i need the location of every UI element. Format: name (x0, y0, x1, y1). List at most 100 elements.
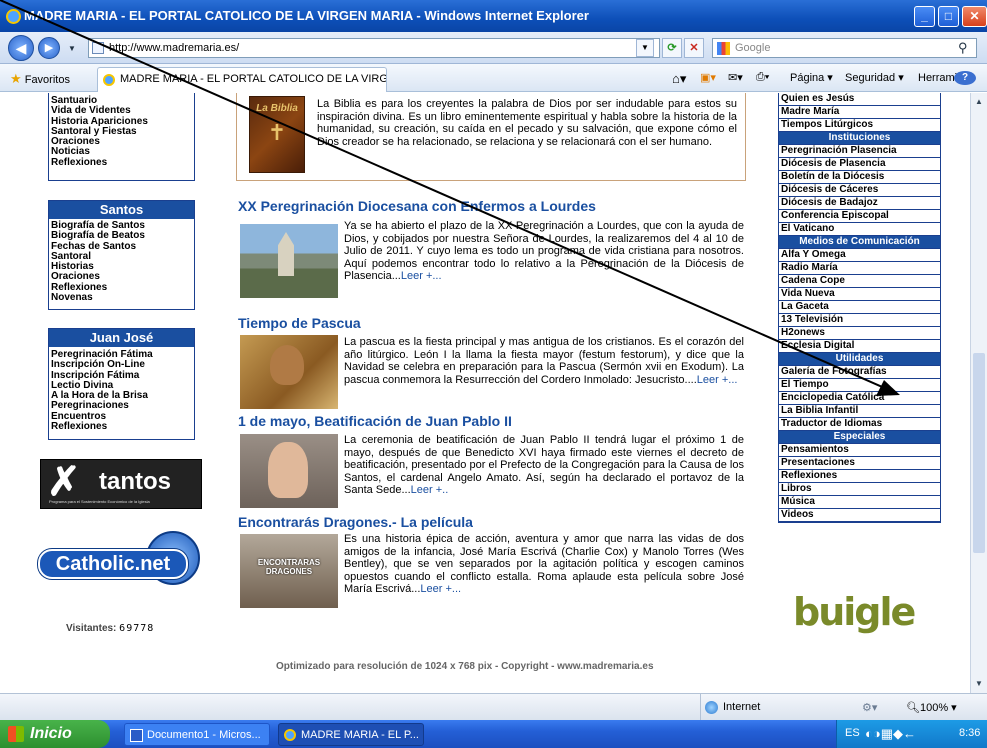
buigle-logo[interactable]: buigle (793, 588, 933, 642)
buigle-text: buigle (793, 590, 916, 634)
juan-pablo-thumbnail[interactable] (240, 434, 338, 508)
forward-button[interactable]: ▶ (38, 37, 60, 59)
right-menu-section-header: Instituciones (779, 132, 940, 145)
santos-header: Santos (49, 201, 194, 219)
right-menu-item[interactable]: El Tiempo (779, 379, 940, 392)
right-menu-item[interactable]: Reflexiones (779, 470, 940, 483)
feeds-icon[interactable]: ▣▾ (700, 71, 716, 84)
visitors-counter: Visitantes: 69778 (66, 623, 154, 634)
juanjose-menu-item[interactable]: Reflexiones (49, 421, 194, 432)
tray-icons[interactable]: ◐◑▦◆← (865, 726, 916, 742)
right-menu-section-header: Especiales (779, 431, 940, 444)
window-titlebar[interactable]: MADRE MARIA - EL PORTAL CATOLICO DE LA V… (0, 0, 987, 32)
right-menu-item[interactable]: Ecclesia Digital (779, 340, 940, 353)
windows-flag-icon (8, 726, 24, 742)
left-menu-box: Santuario Vida de Videntes Historia Aparic… (48, 93, 195, 181)
search-input[interactable]: Google (712, 38, 977, 58)
search-icon[interactable]: ⚲ (958, 40, 968, 56)
home-icon[interactable]: ⌂▾ (672, 71, 686, 87)
browser-tab[interactable]: MADRE MARIA - EL PORTAL CATOLICO DE LA V… (97, 67, 387, 92)
lourdes-thumbnail[interactable] (240, 224, 338, 298)
read-more-pascua[interactable]: Leer +... (697, 374, 738, 386)
bible-box: La Biblia ✝ La Biblia es para los creyen… (236, 93, 746, 181)
page-menu[interactable]: Página ▾ (790, 71, 833, 84)
juanjose-list: Peregrinación Fátima Inscripción On-Line I… (49, 347, 194, 432)
right-menu-item[interactable]: H2onews (779, 327, 940, 340)
right-menu-item[interactable]: Tiempos Litúrgicos (779, 119, 940, 132)
language-indicator[interactable]: ES (845, 727, 860, 739)
visitors-label: Visitantes: (66, 623, 117, 634)
right-menu: Quien es Jesús Madre María Tiempos Litúrgi… (778, 93, 941, 523)
right-menu-item[interactable]: Peregrinación Plasencia (779, 145, 940, 158)
article-title-beatificacion[interactable]: 1 de mayo, Beatificación de Juan Pablo I… (238, 413, 512, 429)
right-menu-item[interactable]: La Gaceta (779, 301, 940, 314)
right-menu-item[interactable]: Diócesis de Plasencia (779, 158, 940, 171)
print-icon[interactable]: ⎙▾ (756, 71, 769, 84)
right-menu-item[interactable]: El Vaticano (779, 223, 940, 236)
mail-icon[interactable]: ✉▾ (728, 71, 743, 84)
right-menu-item[interactable]: Boletín de la Diócesis (779, 171, 940, 184)
refresh-icon[interactable]: ⟳ (662, 38, 682, 58)
read-more-beatificacion[interactable]: Leer +.. (411, 484, 449, 496)
right-menu-item[interactable]: Traductor de Idiomas (779, 418, 940, 431)
search-placeholder: Google (735, 42, 771, 54)
right-menu-item[interactable]: Alfa Y Omega (779, 249, 940, 262)
right-menu-item[interactable]: La Biblia Infantil (779, 405, 940, 418)
zoom-control[interactable]: 🔍︎100% ▾ (906, 701, 957, 714)
right-menu-item[interactable]: Diócesis de Badajoz (779, 197, 940, 210)
maximize-button[interactable]: □ (938, 6, 959, 27)
article-text-dragones: Es una historia épica de acción, aventur… (344, 533, 744, 613)
right-menu-item[interactable]: Libros (779, 483, 940, 496)
right-menu-section-header: Utilidades (779, 353, 940, 366)
catholic-net-logo[interactable]: Catholic.net (34, 529, 202, 597)
back-button[interactable]: ◀ (8, 35, 34, 61)
right-menu-item[interactable]: Videos (779, 509, 940, 522)
bible-cover-title: La Biblia (256, 103, 298, 114)
right-menu-item[interactable]: Radio María (779, 262, 940, 275)
minimize-button[interactable]: _ (914, 6, 935, 27)
google-icon (717, 42, 730, 55)
favorites-button[interactable]: ★ Favoritos (10, 71, 70, 87)
history-dropdown-icon[interactable]: ▼ (68, 44, 76, 53)
dragones-thumbnail[interactable]: ENCONTRARAS DRAGONES (240, 534, 338, 608)
right-menu-item[interactable]: Enciclopedia Católica (779, 392, 940, 405)
read-more-lourdes[interactable]: Leer +... (401, 270, 442, 282)
address-input[interactable]: http://www.madremaria.es/ (88, 38, 660, 58)
close-button[interactable]: ✕ (962, 6, 987, 27)
security-menu[interactable]: Seguridad ▾ (845, 71, 904, 84)
right-menu-item[interactable]: 13 Televisión (779, 314, 940, 327)
left-menu-item[interactable]: Reflexiones (49, 157, 194, 168)
right-menu-item[interactable]: Vida Nueva (779, 288, 940, 301)
left-menu-list: Santuario Vida de Videntes Historia Aparic… (49, 93, 194, 168)
help-icon[interactable]: ? (954, 71, 976, 85)
scrollbar-thumb[interactable] (973, 353, 985, 553)
taskbar-word[interactable]: Documento1 - Micros... (124, 723, 270, 746)
scroll-up-icon[interactable]: ▲ (975, 97, 983, 106)
address-url: http://www.madremaria.es/ (109, 42, 240, 54)
article-title-dragones[interactable]: Encontrarás Dragones.- La película (238, 514, 473, 530)
right-menu-item[interactable]: Cadena Cope (779, 275, 940, 288)
right-menu-item[interactable]: Quien es Jesús (779, 93, 940, 106)
taskbar-ie[interactable]: MADRE MARIA - EL P... (278, 723, 424, 746)
protected-mode-icon[interactable]: ⚙▾ (862, 701, 877, 714)
start-button[interactable]: Inicio (0, 720, 110, 748)
article-title-pascua[interactable]: Tiempo de Pascua (238, 315, 361, 331)
right-menu-item[interactable]: Galería de Fotografías (779, 366, 940, 379)
stop-icon[interactable]: ✕ (684, 38, 704, 58)
bible-cover-image[interactable]: La Biblia ✝ (249, 96, 305, 173)
right-menu-item[interactable]: Diócesis de Cáceres (779, 184, 940, 197)
address-dropdown-icon[interactable]: ▼ (636, 39, 654, 57)
right-menu-item[interactable]: Pensamientos (779, 444, 940, 457)
right-menu-item[interactable]: Música (779, 496, 940, 509)
article-title-lourdes[interactable]: XX Peregrinación Diocesana con Enfermos … (238, 198, 596, 214)
right-menu-item[interactable]: Presentaciones (779, 457, 940, 470)
scroll-down-icon[interactable]: ▼ (975, 679, 983, 688)
article-body-pascua: La pascua es la fiesta principal y mas a… (344, 336, 744, 386)
santos-menu-item[interactable]: Novenas (49, 292, 194, 303)
right-menu-item[interactable]: Madre María (779, 106, 940, 119)
vertical-scrollbar[interactable]: ▲ ▼ (970, 93, 987, 693)
read-more-dragones[interactable]: Leer +... (420, 583, 461, 595)
pascua-thumbnail[interactable] (240, 335, 338, 409)
xtantos-logo[interactable]: ✗ tantos Programa para el Sostenimiento … (40, 459, 202, 509)
right-menu-item[interactable]: Conferencia Episcopal (779, 210, 940, 223)
